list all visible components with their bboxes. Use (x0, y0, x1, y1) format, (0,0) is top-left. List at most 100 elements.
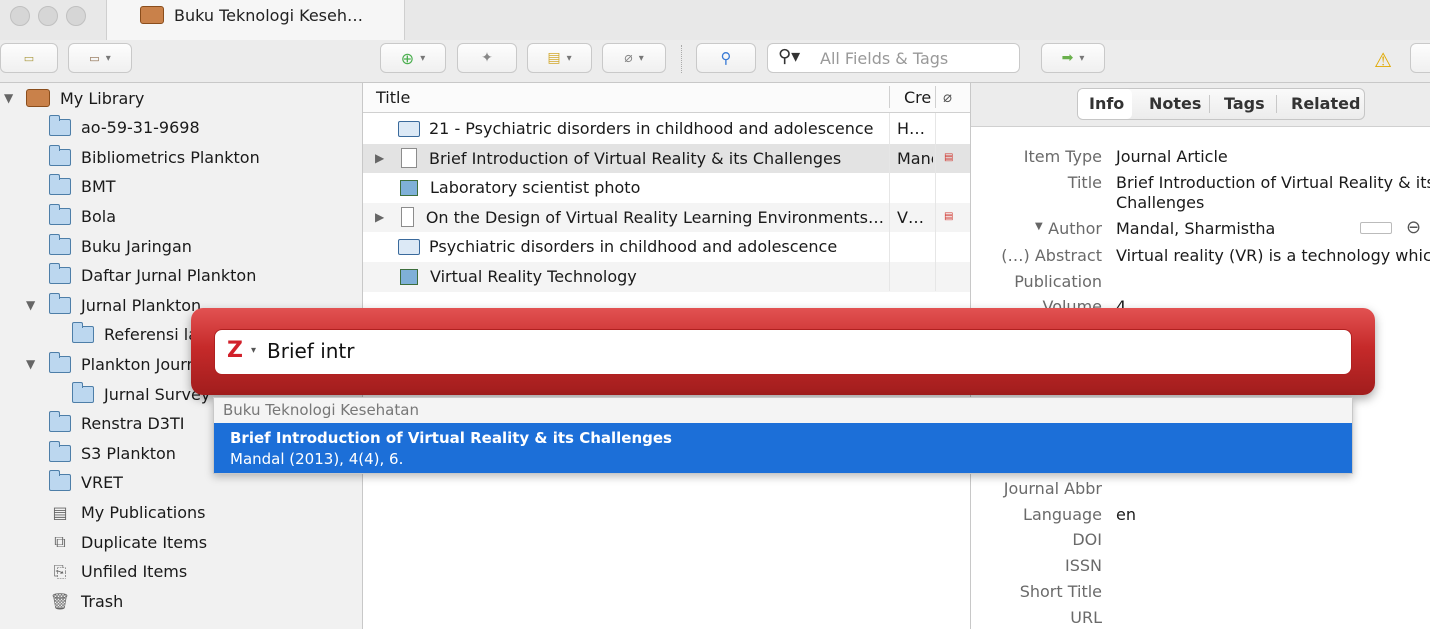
tab-info[interactable]: Info (1089, 94, 1124, 113)
chevron-down-icon[interactable]: ▾ (251, 345, 256, 356)
result-title[interactable]: Brief Introduction of Virtual Reality & … (230, 429, 672, 447)
sidebar-item[interactable]: Bola (0, 202, 362, 230)
title-cell[interactable]: Laboratory scientist photo (398, 173, 884, 202)
sidebar-item[interactable]: ⎘ Unfiled Items (0, 558, 362, 586)
attachments-column-icon[interactable]: ⌀ (943, 88, 952, 106)
library-icon (26, 89, 50, 107)
sidebar-item-label: Jurnal Plankton (81, 295, 202, 315)
sidebar-item[interactable]: Bibliometrics Plankton (0, 143, 362, 171)
disclosure-triangle-icon[interactable]: ▼ (26, 357, 35, 371)
folder-icon (48, 203, 71, 225)
author-label[interactable]: Author (972, 219, 1102, 238)
author-mode-toggle[interactable] (1360, 222, 1392, 234)
search-icon[interactable]: ⚲▾ (778, 46, 800, 67)
sidebar-item-label: Renstra D3TI (81, 414, 185, 434)
tab-notes[interactable]: Notes (1149, 94, 1201, 113)
creator-cell[interactable]: H… (897, 114, 933, 143)
abstract-label[interactable]: (…) Abstract (972, 246, 1102, 265)
result-citation[interactable]: Mandal (2013), 4(4), 6. (230, 450, 403, 468)
disclosure-triangle-icon[interactable]: ▼ (4, 91, 13, 105)
title-cell[interactable]: 21 - Psychiatric disorders in childhood … (398, 114, 884, 143)
title-value-line1[interactable]: Brief Introduction of Virtual Reality & … (1116, 173, 1430, 192)
creator-cell[interactable]: Manc (897, 144, 933, 173)
sidebar-item[interactable]: ao-59-31-9698 (0, 114, 362, 142)
item-type-value[interactable]: Journal Article (1116, 147, 1228, 166)
title-cell[interactable]: Psychiatric disorders in childhood and a… (398, 232, 884, 261)
author-value[interactable]: Mandal, Sharmistha (1116, 219, 1275, 238)
sidebar-item[interactable]: BMT (0, 173, 362, 201)
locate-button[interactable]: ➡ ▾ (1041, 43, 1105, 73)
title-cell[interactable]: Virtual Reality Technology (398, 262, 884, 291)
sidebar-item[interactable]: Daftar Jurnal Plankton (0, 262, 362, 290)
chevron-down-icon: ▾ (638, 52, 644, 64)
sidebar-item-label: Trash (81, 591, 124, 611)
document-icon (401, 148, 417, 169)
sidebar-item-label: VRET (81, 473, 123, 493)
sidebar-item[interactable]: ▤ My Publications (0, 498, 362, 526)
new-library-button[interactable]: ▭ ▾ (68, 43, 132, 73)
chevron-down-icon: ▾ (105, 52, 111, 64)
creator-cell[interactable]: V… (897, 203, 933, 232)
creator-cell[interactable] (897, 173, 933, 202)
issn-label: ISSN (1065, 556, 1102, 575)
plus-circle-icon: ⊕ (400, 48, 415, 68)
new-note-button[interactable]: ▤ ▾ (527, 43, 592, 73)
quick-format-query[interactable]: Brief intr (267, 339, 355, 363)
note-icon: ▤ (547, 50, 561, 66)
add-attachment-button[interactable]: ⌀ ▾ (602, 43, 666, 73)
title-label: Title (1067, 173, 1102, 192)
remove-author-icon[interactable]: ⊖ (1406, 217, 1421, 238)
chevron-down-icon: ▾ (566, 52, 572, 64)
duplicates-icon: ⧉ (54, 532, 66, 551)
title-cell[interactable]: Brief Introduction of Virtual Reality & … (398, 144, 884, 173)
sidebar-item[interactable]: ⧉ Duplicate Items (0, 528, 362, 556)
column-divider[interactable] (935, 86, 936, 108)
expand-row-icon[interactable]: ▶ (375, 151, 384, 165)
sidebar-item[interactable]: Buku Jaringan (0, 232, 362, 260)
new-item-button[interactable]: ⊕ ▾ (380, 43, 446, 73)
expand-row-icon[interactable]: ▶ (375, 210, 384, 224)
sidebar-item[interactable]: 🗑 Trash (0, 587, 362, 615)
folder-icon (48, 440, 71, 462)
item-title: Virtual Reality Technology (430, 267, 637, 286)
publication-label: Publication (1014, 272, 1102, 291)
title-value-line2[interactable]: Challenges (1116, 193, 1204, 212)
tab-tags[interactable]: Tags (1224, 94, 1265, 113)
sidebar-item-label: Bola (81, 206, 117, 226)
zotero-logo-icon[interactable]: Z (227, 339, 247, 363)
sidebar-item-label: Referensi la (104, 325, 199, 345)
item-title: On the Design of Virtual Reality Learnin… (425, 207, 884, 227)
close-window-button[interactable] (10, 6, 30, 26)
image-icon (400, 179, 418, 196)
creator-cell[interactable] (897, 262, 933, 291)
column-divider[interactable] (889, 86, 890, 108)
advanced-search-button[interactable]: ⚲ (696, 43, 756, 73)
title-cell[interactable]: On the Design of Virtual Reality Learnin… (398, 203, 884, 232)
sidebar-item-label: ao-59-31-9698 (81, 118, 200, 138)
minimize-window-button[interactable] (38, 6, 58, 26)
sidebar-item-label: My Publications (81, 502, 206, 522)
abstract-value[interactable]: Virtual reality (VR) is a technology whi… (1116, 246, 1430, 265)
creator-column-header[interactable]: Cre (904, 88, 931, 107)
publications-icon: ▤ (52, 502, 68, 522)
new-collection-button[interactable]: ▭ (0, 43, 58, 73)
folder-icon (48, 411, 71, 433)
creator-cell[interactable] (897, 232, 933, 261)
tab-related[interactable]: Related (1291, 94, 1360, 113)
title-column-header[interactable]: Title (376, 88, 410, 107)
sync-button[interactable] (1410, 43, 1430, 73)
warning-icon[interactable]: ⚠ (1374, 48, 1392, 72)
pdf-attachment-icon[interactable]: ▤ (944, 211, 953, 222)
image-icon (400, 268, 418, 285)
magnifier-icon: ⚲ (720, 49, 732, 67)
add-by-identifier-button[interactable]: ✦ (457, 43, 517, 73)
toolbar-separator (681, 45, 683, 73)
chevron-down-icon: ▾ (420, 52, 426, 64)
sidebar-item-label: S3 Plankton (81, 443, 176, 463)
disclosure-triangle-icon[interactable]: ▼ (26, 298, 35, 312)
zoom-window-button[interactable] (66, 6, 86, 26)
language-value[interactable]: en (1116, 505, 1136, 524)
quick-format-input[interactable] (214, 329, 1352, 375)
pdf-attachment-icon[interactable]: ▤ (944, 152, 953, 163)
my-library-row[interactable]: ▼ My Library (0, 84, 144, 112)
